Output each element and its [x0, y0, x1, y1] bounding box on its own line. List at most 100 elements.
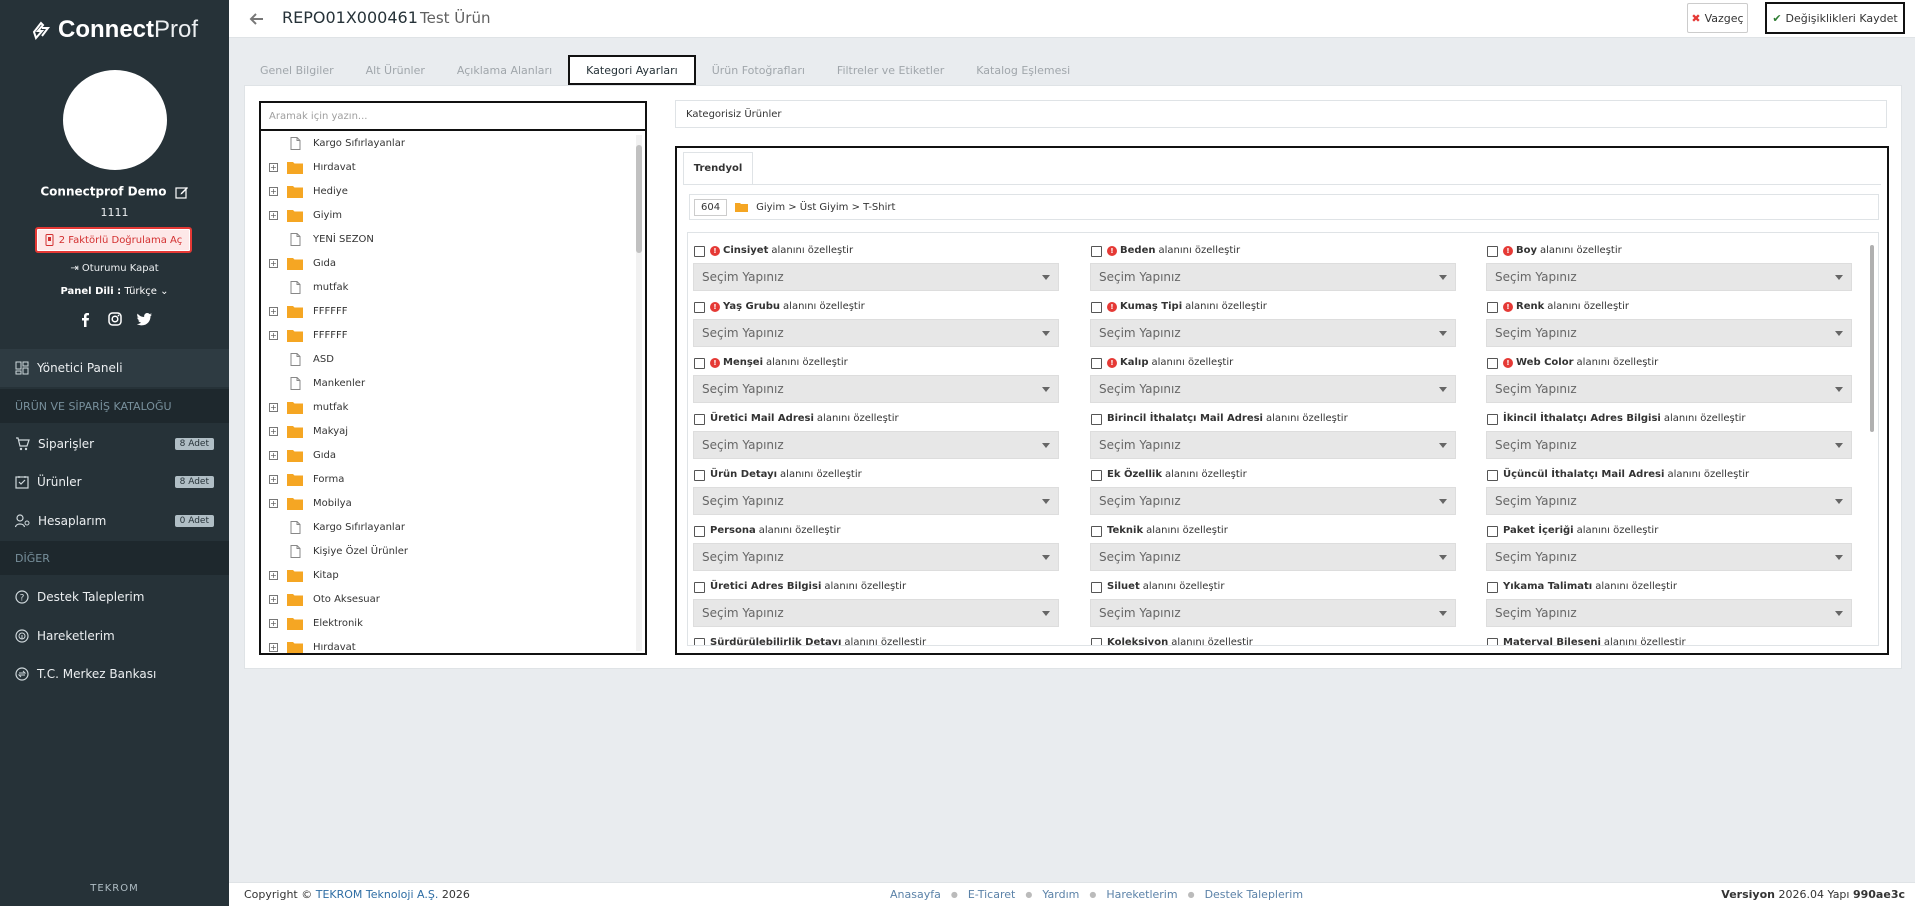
footer-link-help[interactable]: Yardım	[1042, 888, 1079, 902]
fields-scrollbar-thumb[interactable]	[1870, 245, 1874, 432]
field-select[interactable]: Seçim Yapınız	[1486, 375, 1852, 403]
field-checkbox[interactable]	[1487, 526, 1498, 537]
footer-link-home[interactable]: Anasayfa	[890, 888, 941, 902]
field-checkbox[interactable]	[694, 470, 705, 481]
nav-orders[interactable]: Siparişler 8 Adet	[0, 425, 229, 463]
tree-node[interactable]: Kargo Sıfırlayanlar	[261, 515, 631, 539]
footer-link-ecommerce[interactable]: E-Ticaret	[968, 888, 1016, 902]
language-selector[interactable]: Panel Dili : Türkçe ⌄	[0, 286, 229, 297]
tab-filters-tags[interactable]: Filtreler ve Etiketler	[821, 55, 960, 85]
tree-node[interactable]: + Makyaj	[261, 419, 631, 443]
nav-products[interactable]: Ürünler 8 Adet	[0, 463, 229, 501]
tree-node[interactable]: Kargo Sıfırlayanlar	[261, 131, 631, 155]
field-select[interactable]: Seçim Yapınız	[693, 487, 1059, 515]
field-checkbox[interactable]	[694, 414, 705, 425]
field-checkbox[interactable]	[1091, 414, 1102, 425]
tree-node[interactable]: Kişiye Özel Ürünler	[261, 539, 631, 563]
field-select[interactable]: Seçim Yapınız	[1090, 599, 1456, 627]
company-link[interactable]: TEKROM Teknoloji A.Ş.	[316, 888, 439, 901]
expand-icon[interactable]: +	[269, 426, 278, 436]
twofa-button[interactable]: 2 Faktörlü Doğrulama Aç	[35, 227, 192, 253]
expand-icon[interactable]: +	[269, 594, 278, 604]
tab-descriptions[interactable]: Açıklama Alanları	[441, 55, 568, 85]
facebook-icon[interactable]	[77, 311, 93, 327]
field-checkbox[interactable]	[1487, 246, 1498, 257]
tree-node[interactable]: ASD	[261, 347, 631, 371]
field-checkbox[interactable]	[694, 526, 705, 537]
tree-node[interactable]: Mankenler	[261, 371, 631, 395]
tree-node[interactable]: mutfak	[261, 275, 631, 299]
footer-link-support[interactable]: Destek Taleplerim	[1205, 888, 1303, 902]
uncategorized-products[interactable]: Kategorisiz Ürünler	[675, 100, 1887, 128]
expand-icon[interactable]: +	[269, 258, 278, 268]
edit-icon[interactable]	[175, 185, 189, 199]
field-select[interactable]: Seçim Yapınız	[1486, 431, 1852, 459]
tree-node[interactable]: + Mobilya	[261, 491, 631, 515]
nav-movements[interactable]: Hareketlerim	[0, 617, 229, 655]
logo[interactable]: ConnectProf	[30, 14, 198, 46]
field-checkbox[interactable]	[1487, 470, 1498, 481]
expand-icon[interactable]: +	[269, 330, 278, 340]
tree-node[interactable]: + Oto Aksesuar	[261, 587, 631, 611]
tree-node[interactable]: + Hediye	[261, 179, 631, 203]
cancel-button[interactable]: ✖ Vazgeç	[1687, 3, 1748, 33]
tree-node[interactable]: + Gıda	[261, 251, 631, 275]
expand-icon[interactable]: +	[269, 402, 278, 412]
tree-node[interactable]: YENİ SEZON	[261, 227, 631, 251]
expand-icon[interactable]: +	[269, 570, 278, 580]
field-select[interactable]: Seçim Yapınız	[1486, 263, 1852, 291]
field-select[interactable]: Seçim Yapınız	[1090, 375, 1456, 403]
field-select[interactable]: Seçim Yapınız	[1090, 263, 1456, 291]
tree-node[interactable]: + mutfak	[261, 395, 631, 419]
nav-bank[interactable]: T.C. Merkez Bankası	[0, 655, 229, 693]
field-select[interactable]: Seçim Yapınız	[1486, 487, 1852, 515]
field-checkbox[interactable]	[694, 246, 705, 257]
field-checkbox[interactable]	[694, 358, 705, 369]
tree-node[interactable]: + Elektronik	[261, 611, 631, 635]
expand-icon[interactable]: +	[269, 474, 278, 484]
expand-icon[interactable]: +	[269, 642, 278, 652]
field-select[interactable]: Seçim Yapınız	[1486, 543, 1852, 571]
tab-sub-products[interactable]: Alt Ürünler	[350, 55, 441, 85]
twitter-icon[interactable]	[137, 311, 153, 327]
field-select[interactable]: Seçim Yapınız	[693, 375, 1059, 403]
fields-scrollbar[interactable]	[1868, 233, 1876, 645]
tree-node[interactable]: + FFFFFF	[261, 299, 631, 323]
field-checkbox[interactable]	[1487, 582, 1498, 593]
expand-icon[interactable]: +	[269, 306, 278, 316]
field-checkbox[interactable]	[1487, 638, 1498, 645]
tree-node[interactable]: + Forma	[261, 467, 631, 491]
field-select[interactable]: Seçim Yapınız	[1090, 543, 1456, 571]
field-checkbox[interactable]	[1091, 302, 1102, 313]
field-checkbox[interactable]	[1091, 638, 1102, 645]
tab-catalog-mapping[interactable]: Katalog Eşlemesi	[960, 55, 1086, 85]
expand-icon[interactable]: +	[269, 618, 278, 628]
instagram-icon[interactable]	[107, 311, 123, 327]
field-checkbox[interactable]	[1091, 582, 1102, 593]
field-select[interactable]: Seçim Yapınız	[1090, 431, 1456, 459]
field-select[interactable]: Seçim Yapınız	[1486, 599, 1852, 627]
tree-node[interactable]: + Gıda	[261, 443, 631, 467]
field-checkbox[interactable]	[1091, 470, 1102, 481]
field-select[interactable]: Seçim Yapınız	[1090, 319, 1456, 347]
tab-photos[interactable]: Ürün Fotoğrafları	[696, 55, 821, 85]
field-select[interactable]: Seçim Yapınız	[693, 263, 1059, 291]
tree-scrollbar[interactable]	[636, 135, 642, 651]
back-arrow-icon[interactable]	[249, 11, 265, 27]
nav-accounts[interactable]: Hesaplarım 0 Adet	[0, 502, 229, 540]
tree-node[interactable]: + FFFFFF	[261, 323, 631, 347]
tab-trendyol[interactable]: Trendyol	[683, 152, 753, 184]
field-checkbox[interactable]	[1091, 358, 1102, 369]
tree-node[interactable]: + Hırdavat	[261, 635, 631, 653]
expand-icon[interactable]: +	[269, 210, 278, 220]
tree-node[interactable]: + Kitap	[261, 563, 631, 587]
field-checkbox[interactable]	[1487, 414, 1498, 425]
field-checkbox[interactable]	[694, 638, 705, 645]
nav-support[interactable]: ? Destek Taleplerim	[0, 578, 229, 616]
tab-category-settings[interactable]: Kategori Ayarları	[568, 55, 696, 85]
field-checkbox[interactable]	[694, 302, 705, 313]
field-checkbox[interactable]	[1091, 526, 1102, 537]
logout-link[interactable]: ⇥ Oturumu Kapat	[0, 263, 229, 274]
field-select[interactable]: Seçim Yapınız	[693, 543, 1059, 571]
field-checkbox[interactable]	[1487, 302, 1498, 313]
